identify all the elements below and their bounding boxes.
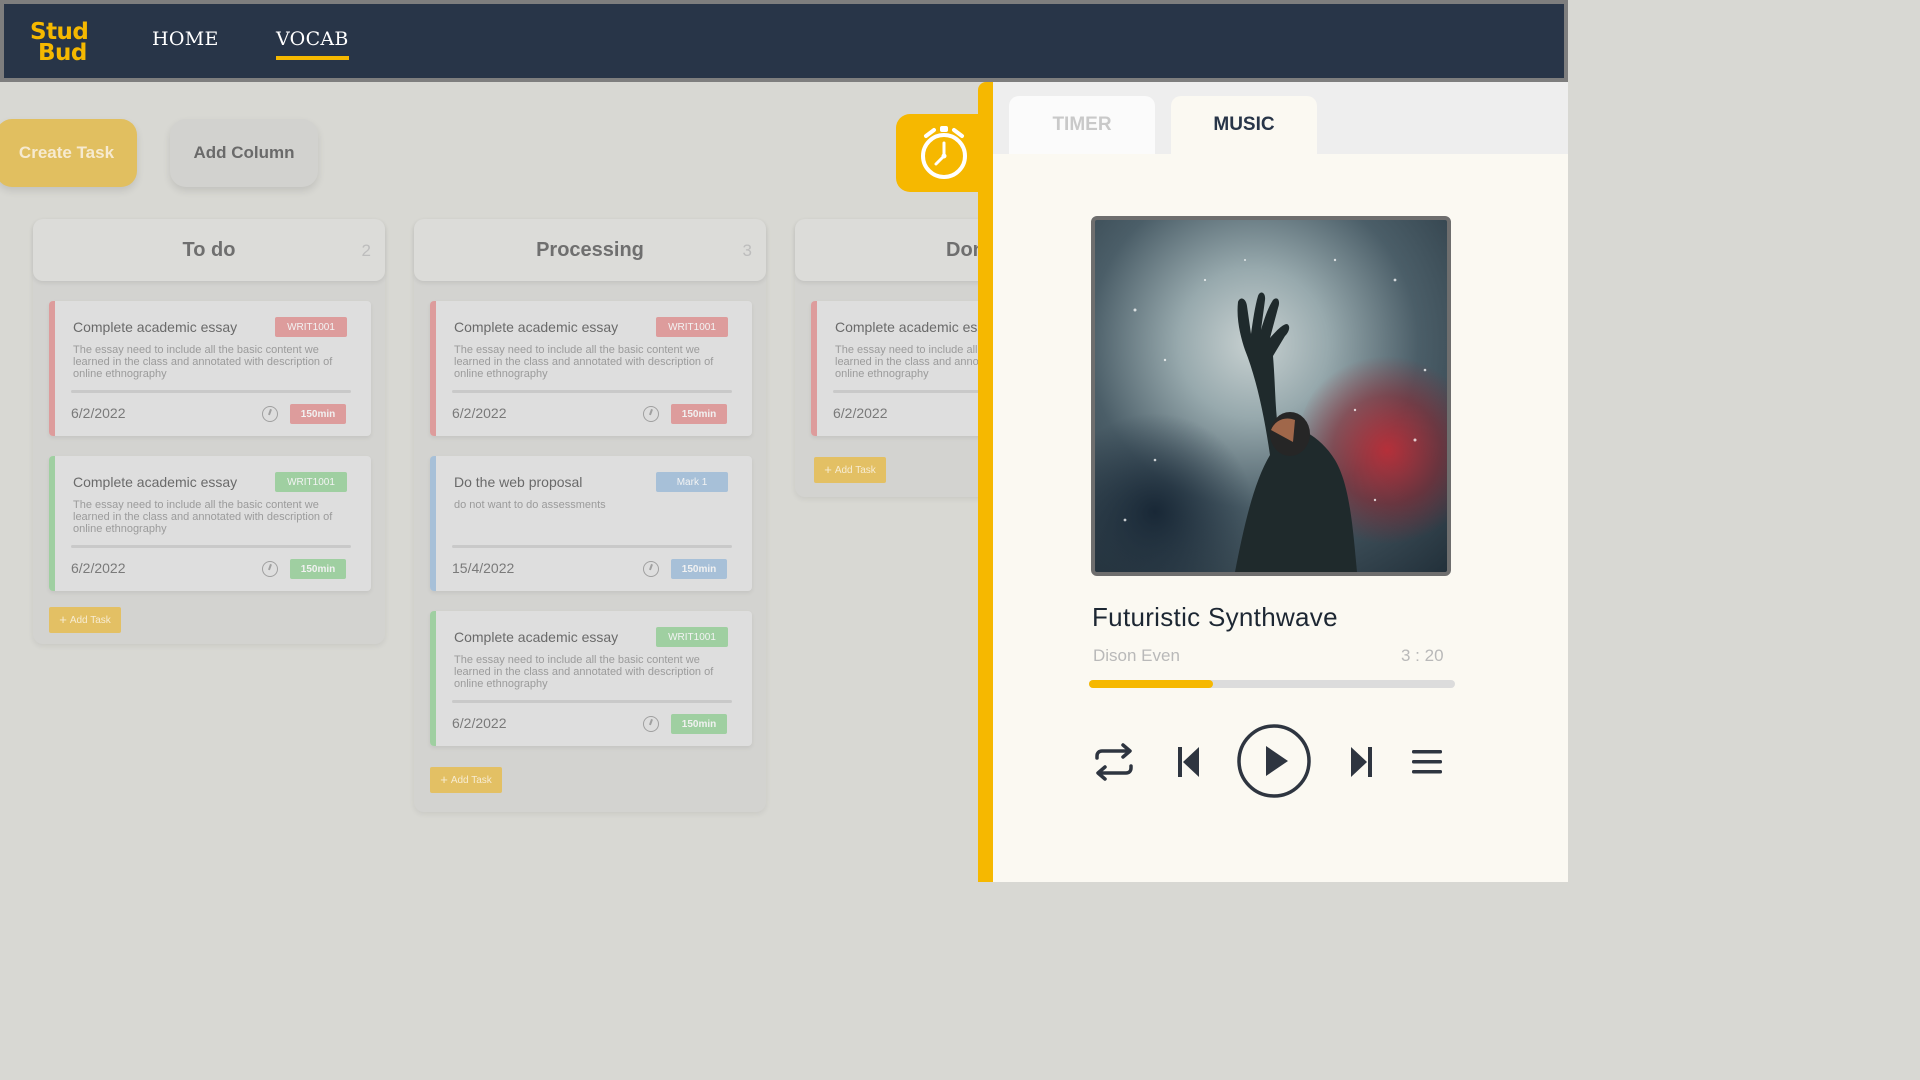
task-card[interactable]: Complete academic essay WRIT1001 The ess… xyxy=(49,456,371,591)
card-duration: 150min xyxy=(671,559,727,579)
card-tag: WRIT1001 xyxy=(275,472,347,492)
add-task-label: Add Task xyxy=(450,774,492,786)
task-card[interactable]: Do the web proposal Mark 1 do not want t… xyxy=(430,456,752,591)
create-task-button[interactable]: Create Task xyxy=(0,119,137,187)
alarm-clock-icon xyxy=(921,126,967,179)
add-task-label: Add Task xyxy=(69,614,111,626)
column-processing: Processing 3 Complete academic essay WRI… xyxy=(414,219,766,812)
card-description: do not want to do assessments xyxy=(454,499,606,511)
plus-icon: + xyxy=(824,462,832,477)
column-title: Processing xyxy=(536,239,644,261)
column-done: Done Complete academic essay The essay n… xyxy=(795,219,978,497)
card-tag: WRIT1001 xyxy=(656,317,728,337)
clock-icon xyxy=(262,561,278,577)
task-card[interactable]: Complete academic essay The essay need t… xyxy=(811,301,978,436)
clock-icon xyxy=(643,561,659,577)
task-card[interactable]: Complete academic essay WRIT1001 The ess… xyxy=(49,301,371,436)
card-divider xyxy=(452,700,732,703)
music-panel: TIMER MUSIC Futuristic Synthwave Dison E… xyxy=(993,82,1568,882)
card-color-stripe xyxy=(811,301,817,436)
task-card[interactable]: Complete academic essay WRIT1001 The ess… xyxy=(430,301,752,436)
app-logo[interactable]: Stud Bud xyxy=(30,21,94,66)
nav-vocab-link[interactable]: VOCAB xyxy=(276,28,349,60)
panel-edge-bar xyxy=(978,82,993,882)
song-artist: Dison Even xyxy=(1093,646,1180,665)
card-color-stripe xyxy=(430,611,436,746)
card-date: 6/2/2022 xyxy=(452,715,507,731)
card-color-stripe xyxy=(49,456,55,591)
tab-timer[interactable]: TIMER xyxy=(1009,96,1155,154)
column-header: To do 2 xyxy=(33,219,385,281)
card-divider xyxy=(71,390,351,393)
card-color-stripe xyxy=(430,301,436,436)
card-date: 6/2/2022 xyxy=(71,405,126,421)
card-color-stripe xyxy=(49,301,55,436)
add-task-button[interactable]: + Add Task xyxy=(814,457,886,483)
column-to-do: To do 2 Complete academic essay WRIT1001… xyxy=(33,219,385,644)
logo-line-2: Bud xyxy=(38,40,87,66)
column-count: 2 xyxy=(361,241,371,260)
card-tag: WRIT1001 xyxy=(275,317,347,337)
task-card[interactable]: Complete academic essay WRIT1001 The ess… xyxy=(430,611,752,746)
add-column-button[interactable]: Add Column xyxy=(170,119,318,187)
card-title: Complete academic essay xyxy=(454,629,619,645)
performer-silhouette xyxy=(1123,258,1427,572)
card-tag: WRIT1001 xyxy=(656,627,728,647)
card-title: Do the web proposal xyxy=(454,474,583,490)
kanban-board: Create Task Add Column To do 2 Complete … xyxy=(0,82,978,882)
card-divider xyxy=(833,390,978,393)
song-progress-bar[interactable] xyxy=(1089,680,1455,688)
card-date: 6/2/2022 xyxy=(833,405,888,421)
card-divider xyxy=(71,545,351,548)
card-divider xyxy=(452,390,732,393)
tab-music[interactable]: MUSIC xyxy=(1171,96,1317,154)
card-title: Complete academic essay xyxy=(835,319,978,335)
card-title: Complete academic essay xyxy=(73,319,238,335)
card-color-stripe xyxy=(430,456,436,591)
clock-icon xyxy=(643,716,659,732)
card-duration: 150min xyxy=(671,404,727,424)
card-title: Complete academic essay xyxy=(73,474,238,490)
clock-icon xyxy=(262,406,278,422)
plus-icon: + xyxy=(440,772,448,787)
clock-icon xyxy=(643,406,659,422)
card-description: The essay need to include all the basic … xyxy=(73,344,333,380)
panel-tabs: TIMER MUSIC xyxy=(993,82,1568,154)
column-title: To do xyxy=(182,239,236,261)
column-count: 3 xyxy=(742,241,752,260)
card-date: 6/2/2022 xyxy=(71,560,126,576)
top-navigation-bar: Stud Bud HOME VOCAB xyxy=(0,0,1568,82)
card-title: Complete academic essay xyxy=(454,319,619,335)
add-task-button[interactable]: + Add Task xyxy=(49,607,121,633)
nav-home-link[interactable]: HOME xyxy=(152,28,219,50)
card-date: 6/2/2022 xyxy=(452,405,507,421)
repeat-icon[interactable] xyxy=(1093,742,1135,782)
column-title: Done xyxy=(946,239,978,261)
card-duration: 150min xyxy=(671,714,727,734)
card-divider xyxy=(452,545,732,548)
card-date: 15/4/2022 xyxy=(452,560,515,576)
add-task-button[interactable]: + Add Task xyxy=(430,767,502,793)
song-time: 3 : 20 xyxy=(1401,646,1444,665)
card-description: The essay need to include all the basic … xyxy=(73,499,333,535)
add-task-label: Add Task xyxy=(834,464,876,476)
timer-toggle-button[interactable] xyxy=(896,114,978,192)
card-tag: Mark 1 xyxy=(656,472,728,492)
song-progress-fill xyxy=(1089,680,1214,688)
skip-previous-icon[interactable] xyxy=(1177,746,1201,778)
skip-next-icon[interactable] xyxy=(1349,746,1373,778)
card-duration: 150min xyxy=(290,559,346,579)
card-description: The essay need to include all the basic … xyxy=(454,344,714,380)
album-cover xyxy=(1091,216,1451,576)
card-description: The essay need to include all the basic … xyxy=(835,344,978,380)
column-header: Processing 3 xyxy=(414,219,766,281)
song-title: Futuristic Synthwave xyxy=(1092,602,1338,632)
plus-icon: + xyxy=(59,612,67,627)
play-icon[interactable] xyxy=(1236,723,1312,799)
playlist-icon[interactable] xyxy=(1411,748,1443,776)
card-description: The essay need to include all the basic … xyxy=(454,654,714,690)
card-duration: 150min xyxy=(290,404,346,424)
column-header: Done xyxy=(795,219,978,281)
